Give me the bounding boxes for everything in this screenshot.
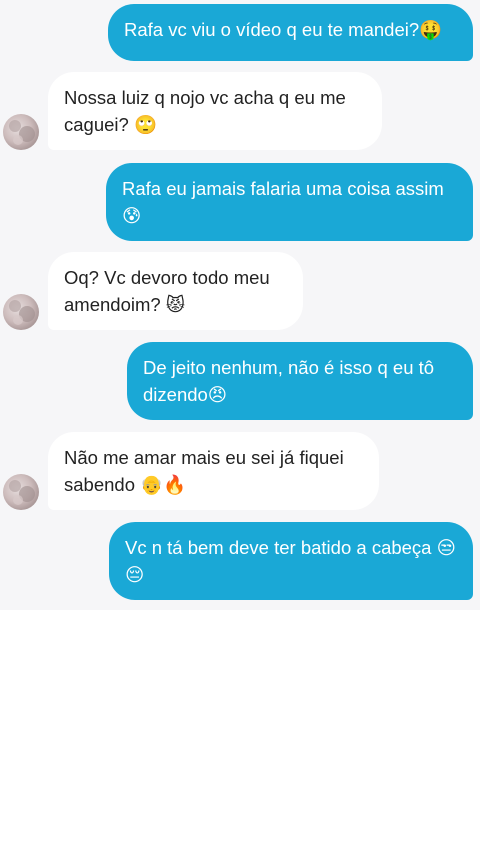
message-outgoing[interactable]: De jeito nenhum, não é isso q eu tô dize… xyxy=(127,342,473,420)
avatar-icon xyxy=(9,480,35,505)
avatar-icon xyxy=(9,120,35,145)
message-outgoing[interactable]: Rafa vc viu o vídeo q eu te mandei?🤑 xyxy=(108,4,473,61)
empty-area xyxy=(0,610,480,854)
message-outgoing[interactable]: Rafa eu jamais falaria uma coisa assim 😰 xyxy=(106,163,473,241)
chat-area: Rafa vc viu o vídeo q eu te mandei?🤑 Nos… xyxy=(0,0,480,610)
contact-avatar[interactable] xyxy=(3,114,39,150)
message-incoming[interactable]: Nossa luiz q nojo vc acha q eu me caguei… xyxy=(48,72,382,150)
contact-avatar[interactable] xyxy=(3,294,39,330)
message-incoming[interactable]: Oq? Vc devoro todo meu amendoim? 😾 xyxy=(48,252,303,330)
message-incoming[interactable]: Não me amar mais eu sei já fiquei sabend… xyxy=(48,432,379,510)
avatar-icon xyxy=(9,300,35,325)
contact-avatar[interactable] xyxy=(3,474,39,510)
message-outgoing[interactable]: Vc n tá bem deve ter batido a cabeça 😒😔 xyxy=(109,522,473,600)
